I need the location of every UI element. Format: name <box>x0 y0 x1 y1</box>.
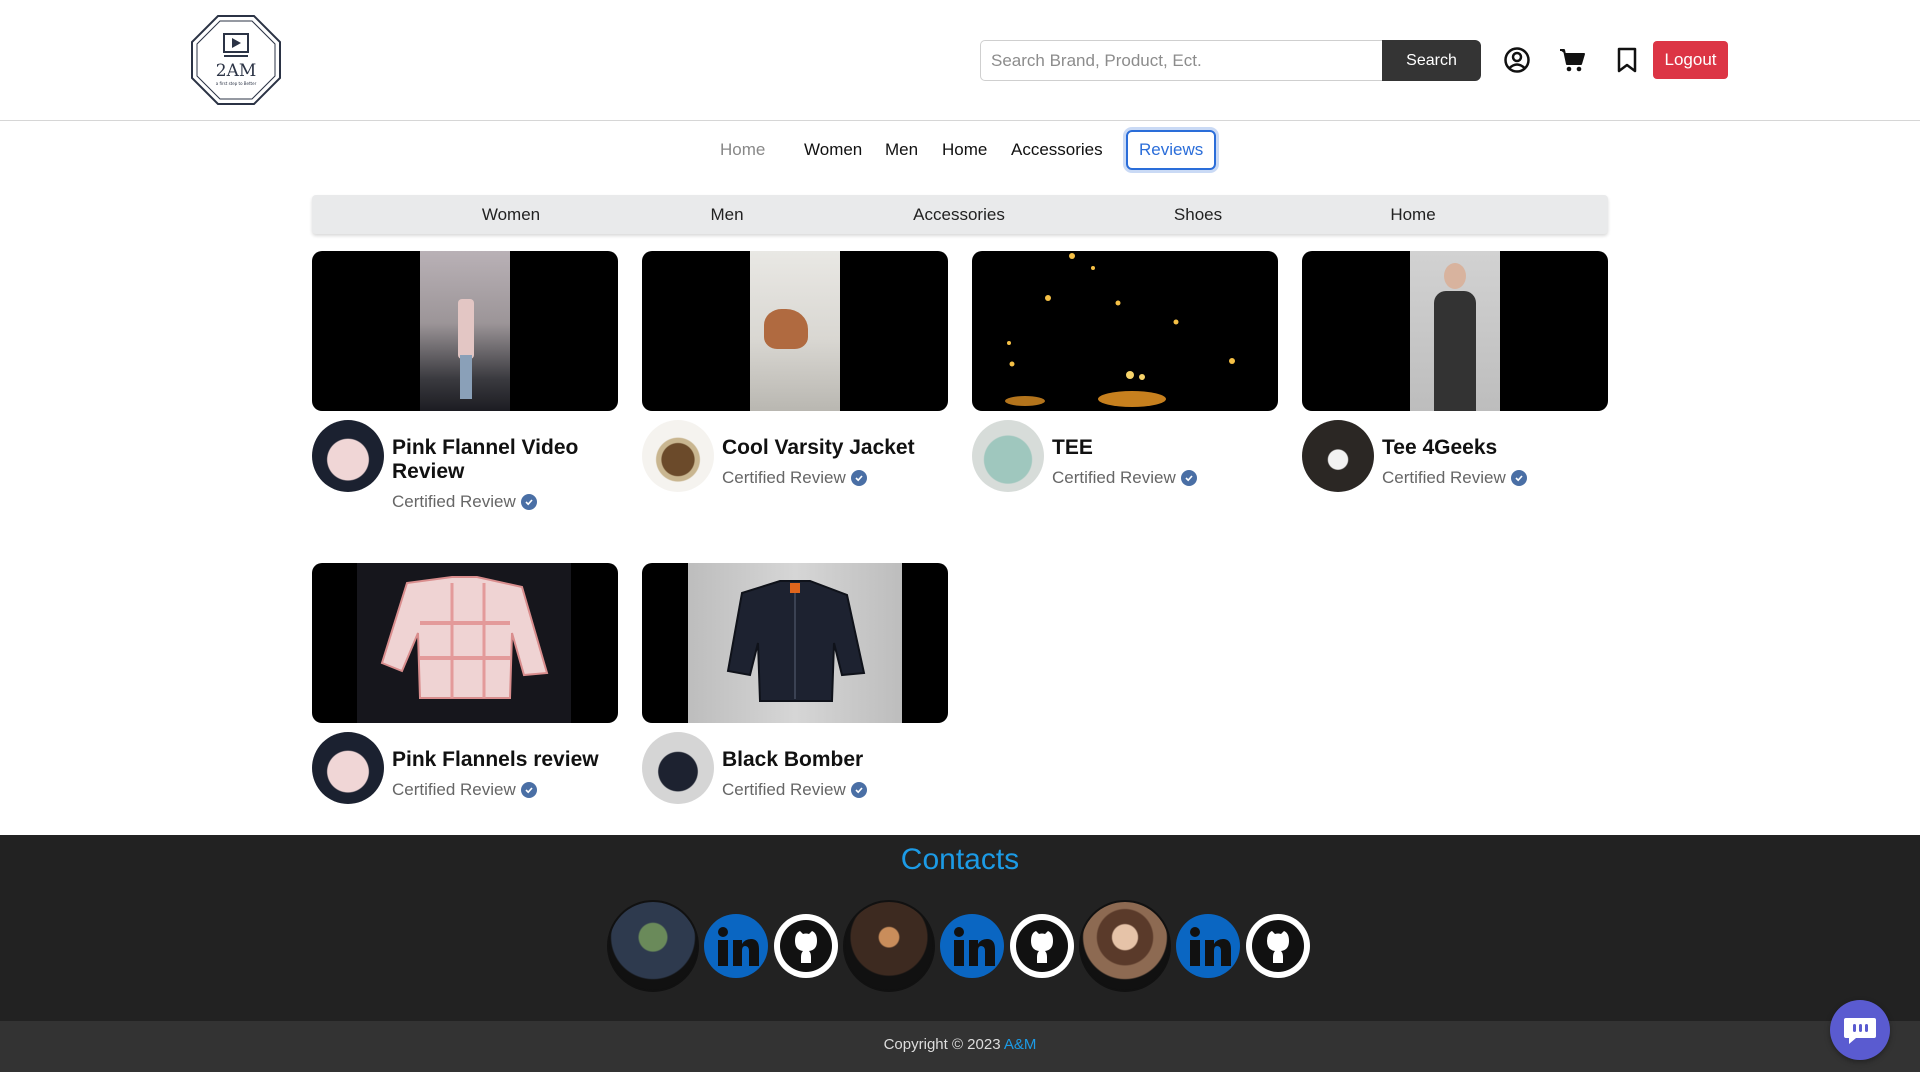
search-input[interactable] <box>980 40 1382 81</box>
certified-badge: Certified Review <box>722 468 867 488</box>
nav-women[interactable]: Women <box>804 130 862 170</box>
bookmark-icon[interactable] <box>1612 45 1642 75</box>
review-title[interactable]: TEE <box>1052 436 1278 460</box>
copyright-text: Copyright © 2023 <box>883 1036 1001 1053</box>
search-button[interactable]: Search <box>1382 40 1481 81</box>
github-icon[interactable] <box>1009 913 1075 979</box>
logo-text: 2AM <box>216 61 257 81</box>
review-video[interactable] <box>312 563 618 723</box>
category-men[interactable]: Men <box>710 195 743 234</box>
nav-reviews[interactable]: Reviews <box>1126 130 1217 170</box>
nav-accessories[interactable]: Accessories <box>1011 130 1103 170</box>
review-title[interactable]: Black Bomber <box>722 748 948 772</box>
verified-check-icon <box>850 470 867 486</box>
search-bar: Search <box>980 40 1481 81</box>
review-card[interactable]: Pink Flannels review Certified Review <box>312 563 618 812</box>
category-accessories[interactable]: Accessories <box>913 195 1005 234</box>
review-title[interactable]: Pink Flannels review <box>392 748 618 772</box>
footer-contacts: Contacts <box>0 835 1920 1021</box>
certified-badge: Certified Review <box>722 780 867 800</box>
review-title[interactable]: Tee 4Geeks <box>1382 436 1608 460</box>
review-video[interactable] <box>972 251 1278 411</box>
certified-label: Certified Review <box>1052 468 1176 487</box>
avatar <box>642 732 714 804</box>
chat-widget-button[interactable] <box>1830 1000 1890 1060</box>
review-card[interactable]: Black Bomber Certified Review <box>642 563 948 812</box>
bomber-jacket-image <box>726 580 866 702</box>
site-logo[interactable]: 2AM a first step to Better <box>188 12 284 108</box>
contacts-list <box>607 900 1313 992</box>
certified-badge: Certified Review <box>392 780 537 800</box>
contacts-title: Contacts <box>900 843 1020 876</box>
contact-photo <box>607 900 699 992</box>
linkedin-icon[interactable] <box>939 913 1005 979</box>
nav-men[interactable]: Men <box>885 130 918 170</box>
flannel-shirt-image <box>380 576 549 699</box>
avatar <box>642 420 714 492</box>
github-icon[interactable] <box>1245 913 1311 979</box>
review-card[interactable]: Pink Flannel Video Review Certified Revi… <box>312 251 618 511</box>
page-bottom-strip <box>0 1072 1920 1080</box>
certified-label: Certified Review <box>392 780 516 799</box>
avatar <box>312 732 384 804</box>
site-header: 2AM a first step to Better Search Logout <box>0 0 1920 121</box>
review-video[interactable] <box>642 563 948 723</box>
avatar <box>972 420 1044 492</box>
certified-label: Certified Review <box>392 492 516 511</box>
linkedin-icon[interactable] <box>1175 913 1241 979</box>
nav-home-goods[interactable]: Home <box>942 130 987 170</box>
github-icon[interactable] <box>773 913 839 979</box>
certified-label: Certified Review <box>1382 468 1506 487</box>
certified-badge: Certified Review <box>392 492 537 512</box>
review-card[interactable]: Cool Varsity Jacket Certified Review <box>642 251 948 500</box>
verified-check-icon <box>1180 470 1197 486</box>
review-video[interactable] <box>312 251 618 411</box>
avatar <box>312 420 384 492</box>
nav-home[interactable]: Home <box>720 130 765 170</box>
review-title[interactable]: Pink Flannel Video Review <box>392 436 618 484</box>
category-shoes[interactable]: Shoes <box>1174 195 1222 234</box>
copyright-brand-link[interactable]: A&M <box>1004 1036 1037 1053</box>
verified-check-icon <box>1510 470 1527 486</box>
logout-button[interactable]: Logout <box>1653 41 1728 79</box>
contact-photo <box>843 900 935 992</box>
review-card[interactable]: TEE Certified Review <box>972 251 1278 500</box>
review-category-bar: Women Men Accessories Shoes Home <box>312 195 1608 234</box>
certified-label: Certified Review <box>722 468 846 487</box>
chat-icon <box>1844 1018 1876 1044</box>
certified-badge: Certified Review <box>1052 468 1197 488</box>
logo-tagline: a first step to Better <box>216 81 257 86</box>
review-card[interactable]: Tee 4Geeks Certified Review <box>1302 251 1608 500</box>
verified-check-icon <box>520 494 537 510</box>
verified-check-icon <box>520 782 537 798</box>
bokeh-lights-image <box>1005 253 1235 407</box>
certified-label: Certified Review <box>722 780 846 799</box>
category-home[interactable]: Home <box>1390 195 1435 234</box>
cart-icon[interactable] <box>1557 45 1587 75</box>
linkedin-icon[interactable] <box>703 913 769 979</box>
copyright-bar: Copyright © 2023 A&M <box>0 1021 1920 1072</box>
main-nav: Home Women Men Home Accessories Reviews <box>0 130 1920 170</box>
review-video[interactable] <box>1302 251 1608 411</box>
contact-photo <box>1079 900 1171 992</box>
verified-check-icon <box>850 782 867 798</box>
avatar <box>1302 420 1374 492</box>
category-women[interactable]: Women <box>482 195 540 234</box>
review-video[interactable] <box>642 251 948 411</box>
review-title[interactable]: Cool Varsity Jacket <box>722 436 948 460</box>
user-circle-icon[interactable] <box>1502 45 1532 75</box>
certified-badge: Certified Review <box>1382 468 1527 488</box>
